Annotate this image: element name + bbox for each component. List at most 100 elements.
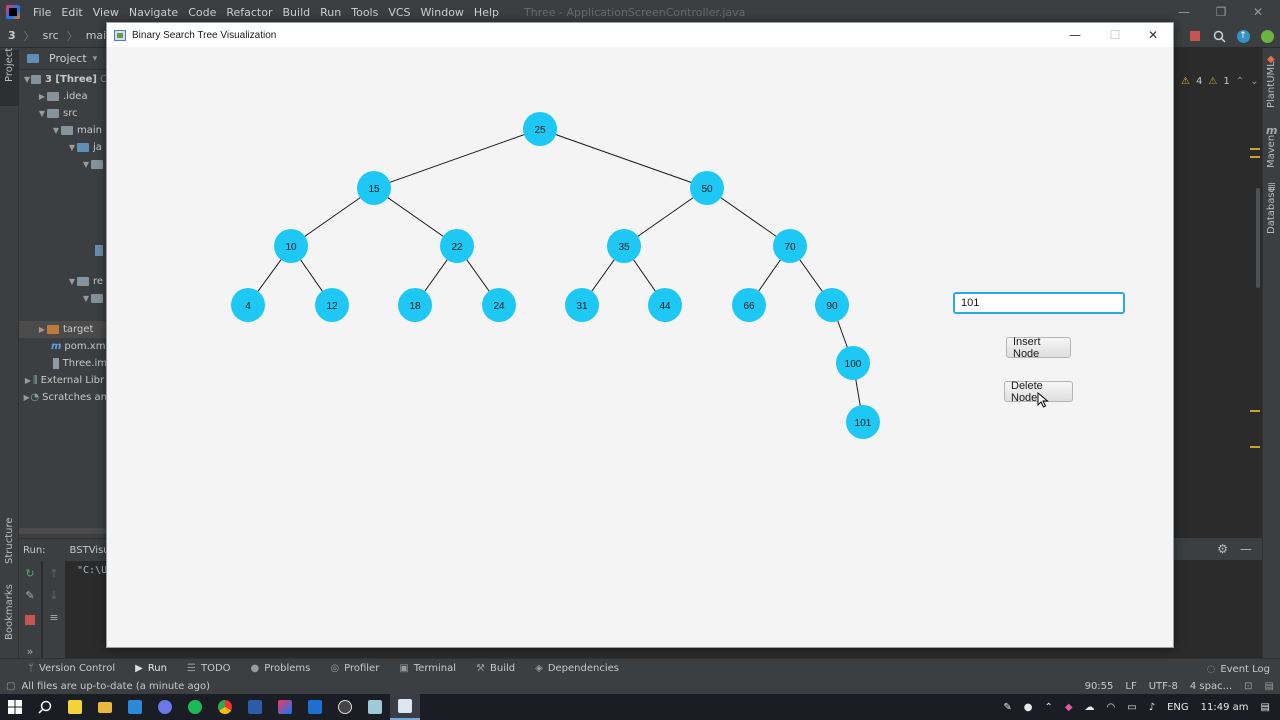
obs-icon[interactable] — [330, 694, 360, 720]
file-encoding[interactable]: UTF-8 — [1149, 681, 1178, 692]
chevron-up-icon[interactable]: ⌃ — [1236, 76, 1244, 87]
sticky-notes-icon[interactable] — [60, 694, 90, 720]
indent-setting[interactable]: 4 spac... — [1190, 681, 1232, 692]
menu-file[interactable]: File — [28, 6, 56, 19]
vscode-icon[interactable] — [120, 694, 150, 720]
discord-icon[interactable] — [150, 694, 180, 720]
project-panel-title[interactable]: Project — [49, 52, 87, 65]
onedrive-icon[interactable]: ☁ — [1085, 702, 1095, 713]
collapsed-arrow-icon[interactable]: ▶ — [23, 393, 30, 402]
volume-icon[interactable]: ♪ — [1149, 702, 1155, 713]
tray-app-icon[interactable]: ● — [1024, 702, 1033, 713]
tree-item-src[interactable]: ▼ src — [19, 105, 107, 122]
maven-side-tab[interactable]: Maven — [1266, 135, 1277, 168]
project-side-tab[interactable]: Project — [4, 48, 15, 82]
menu-window[interactable]: Window — [416, 6, 469, 19]
lock-icon[interactable]: ⊡ — [1244, 681, 1252, 692]
fx-minimize-icon[interactable]: — — [1055, 23, 1095, 47]
node-value-input[interactable] — [953, 292, 1125, 314]
terminal-tab[interactable]: ▣ Terminal — [399, 663, 456, 674]
expanded-arrow-icon[interactable]: ▼ — [81, 160, 91, 169]
battery-icon[interactable]: ▭ — [1127, 702, 1136, 713]
spotify-icon[interactable] — [180, 694, 210, 720]
run-tab[interactable]: BSTVisu — [70, 545, 110, 556]
java-app-taskbar-icon[interactable] — [390, 694, 420, 720]
update-icon[interactable]: ↑ — [1236, 29, 1250, 43]
editor-scrollbar[interactable] — [1256, 188, 1260, 288]
expanded-arrow-icon[interactable]: ▼ — [51, 126, 61, 135]
mail-icon[interactable] — [300, 694, 330, 720]
stop-icon[interactable] — [1188, 29, 1202, 43]
tree-item-resource-package[interactable]: ▼ — [19, 290, 107, 307]
app-icon[interactable] — [360, 694, 390, 720]
menu-help[interactable]: Help — [469, 6, 504, 19]
tree-item-iml[interactable]: Three.im — [19, 355, 107, 372]
todo-tab[interactable]: ☰ TODO — [187, 663, 231, 674]
tray-app-icon-2[interactable]: ◆ — [1065, 702, 1073, 713]
fx-maximize-icon[interactable]: ☐ — [1095, 23, 1135, 47]
pen-icon[interactable]: ✎ — [1003, 702, 1011, 713]
status-message[interactable]: All files are up-to-date (a minute ago) — [21, 681, 210, 692]
wifi-icon[interactable]: ◠ — [1107, 702, 1116, 713]
collapsed-arrow-icon[interactable]: ▶ — [23, 376, 33, 385]
input-language[interactable]: ENG — [1167, 702, 1189, 713]
ide-close-icon[interactable]: ✕ — [1240, 0, 1276, 24]
expanded-arrow-icon[interactable]: ▼ — [67, 277, 77, 286]
tree-item-external-libraries[interactable]: ▶ ⫼ External Libr — [19, 372, 107, 389]
menu-navigate[interactable]: Navigate — [124, 6, 183, 19]
status-toggle-icon[interactable]: ▢ — [6, 681, 15, 692]
search-icon[interactable] — [1212, 29, 1226, 43]
breadcrumb-project[interactable]: 3 — [8, 29, 16, 42]
expanded-arrow-icon[interactable]: ▼ — [81, 294, 91, 303]
tree-item-idea[interactable]: ▶ .idea — [19, 88, 107, 105]
gear-icon[interactable]: ⚙ — [1217, 542, 1228, 556]
memory-icon[interactable]: ▤ — [1265, 681, 1274, 692]
structure-side-tab[interactable]: Structure — [4, 517, 15, 564]
wrench-icon[interactable]: ✎ — [23, 589, 37, 603]
insert-node-button[interactable]: Insert Node — [1006, 336, 1071, 360]
problems-tab[interactable]: ● Problems — [251, 663, 311, 674]
chevron-down-icon[interactable]: ⌄ — [1250, 76, 1258, 87]
menu-edit[interactable]: Edit — [56, 6, 87, 19]
menu-code[interactable]: Code — [183, 6, 221, 19]
line-separator[interactable]: LF — [1125, 681, 1136, 692]
plantuml-side-tab[interactable]: PlantUML — [1266, 61, 1277, 108]
menu-vcs[interactable]: VCS — [383, 6, 415, 19]
menu-run[interactable]: Run — [315, 6, 346, 19]
ide-minimize-icon[interactable]: — — [1166, 0, 1202, 24]
chrome-icon[interactable] — [210, 694, 240, 720]
menu-tools[interactable]: Tools — [346, 6, 383, 19]
tree-item-java[interactable]: ▼ ja — [19, 139, 107, 156]
warning-marker[interactable] — [1250, 446, 1260, 448]
intellij-taskbar-icon[interactable] — [270, 694, 300, 720]
event-log-tab[interactable]: ◌ Event Log — [1207, 659, 1270, 679]
clock[interactable]: 11:49 am — [1201, 702, 1249, 713]
soft-wrap-icon[interactable]: ≡ — [47, 611, 61, 625]
search-icon[interactable] — [30, 694, 60, 720]
chevron-down-icon[interactable]: ▾ — [93, 54, 98, 64]
show-hidden-icons[interactable]: ⌃ — [1044, 702, 1052, 713]
tree-item-resources[interactable]: ▼ re — [19, 273, 107, 290]
jetbrains-account-icon[interactable] — [1260, 29, 1274, 43]
expanded-arrow-icon[interactable]: ▼ — [67, 143, 77, 152]
build-tab[interactable]: ⚒ Build — [476, 663, 515, 674]
profiler-tab[interactable]: ◎ Profiler — [330, 663, 379, 674]
tree-item-pom[interactable]: m pom.xm — [19, 338, 107, 355]
minimize-panel-icon[interactable]: — — [1240, 542, 1252, 556]
expanded-arrow-icon[interactable]: ▼ — [23, 75, 31, 84]
file-explorer-icon[interactable] — [90, 694, 120, 720]
collapsed-arrow-icon[interactable]: ▶ — [37, 325, 47, 334]
dependencies-tab[interactable]: ◈ Dependencies — [535, 663, 619, 674]
tree-item-target[interactable]: ▶ target — [19, 321, 107, 338]
breadcrumb-src[interactable]: src — [43, 29, 59, 42]
collapsed-arrow-icon[interactable]: ▶ — [37, 92, 47, 101]
database-side-tab[interactable]: Database — [1266, 186, 1277, 234]
stop-run-icon[interactable] — [23, 615, 37, 629]
tree-item-scratches[interactable]: ▶ ◔ Scratches an — [19, 389, 107, 406]
tree-item-root[interactable]: ▼ 3 [Three] C — [19, 71, 107, 88]
tree-item-resource-file[interactable] — [19, 242, 107, 259]
bookmarks-side-tab[interactable]: Bookmarks — [4, 584, 15, 640]
inspection-widget[interactable]: ⚠ 4 ⚠ 1 ⌃ ⌄ — [1181, 76, 1258, 87]
start-button[interactable] — [0, 694, 30, 720]
rerun-icon[interactable]: ↻ — [23, 567, 37, 581]
